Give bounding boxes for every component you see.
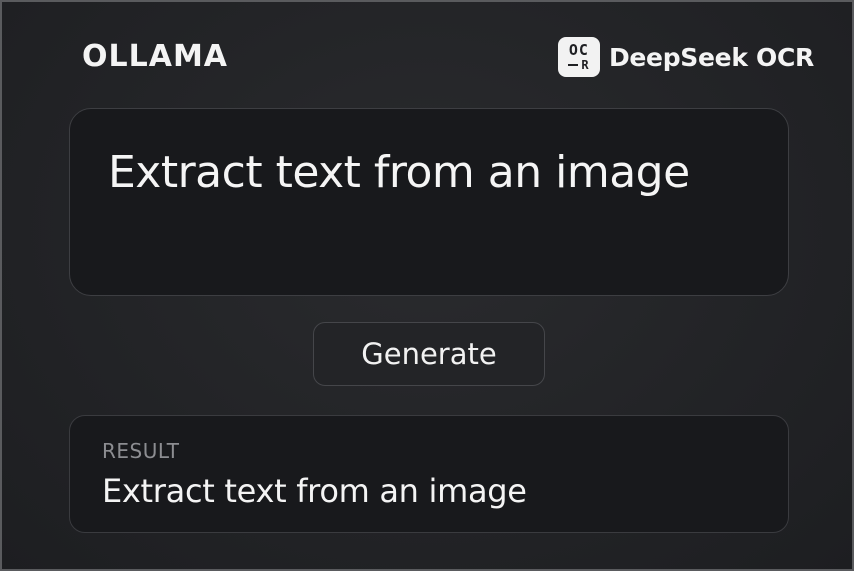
ocr-badge-dash xyxy=(568,64,579,66)
product-name: DeepSeek OCR xyxy=(608,42,814,72)
result-text: Extract text from an image xyxy=(102,472,527,510)
app-window: OLLAMA OC R DeepSeek OCR Extract text fr… xyxy=(0,0,854,571)
ocr-badge-text-bottom: R xyxy=(581,58,590,72)
prompt-input[interactable]: Extract text from an image xyxy=(108,147,748,198)
generate-button[interactable]: Generate xyxy=(313,322,545,386)
ocr-badge-icon: OC R xyxy=(557,37,600,77)
ocr-badge-bottom-row: R xyxy=(568,59,589,71)
result-label: RESULT xyxy=(102,439,180,463)
prompt-input-box[interactable]: Extract text from an image xyxy=(69,108,789,296)
brand-logo: OLLAMA xyxy=(82,39,229,74)
product-title: OC R DeepSeek OCR xyxy=(557,37,814,77)
ocr-badge-text-top: OC xyxy=(568,41,589,59)
result-panel: RESULT Extract text from an image xyxy=(69,415,789,533)
